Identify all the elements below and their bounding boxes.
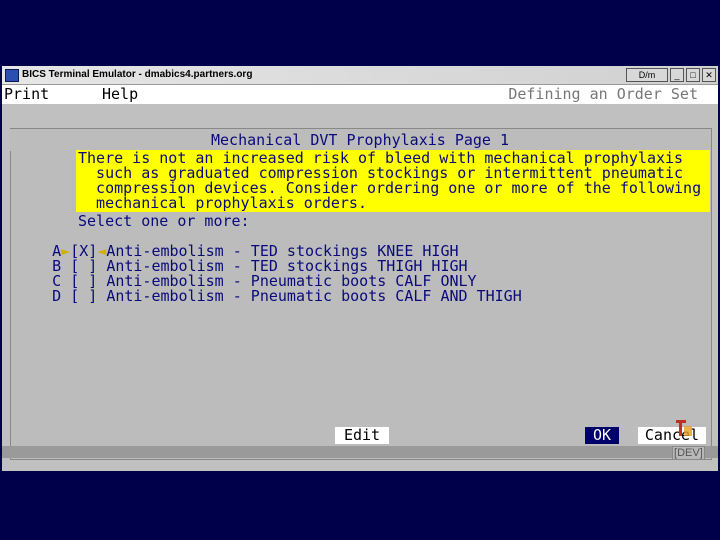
- option-letter: D: [52, 287, 62, 305]
- close-button[interactable]: ✕: [702, 68, 716, 82]
- option-row-d[interactable]: D [ ] Anti-embolism - Pneumatic boots CA…: [16, 274, 522, 319]
- menu-print[interactable]: Print: [4, 85, 49, 104]
- edit-button[interactable]: Edit: [335, 427, 389, 444]
- cancel-button[interactable]: Cancel: [638, 427, 706, 444]
- option-end: [97, 287, 106, 305]
- maximize-button[interactable]: □: [686, 68, 700, 82]
- warning-line: mechanical prophylaxis orders.: [78, 194, 367, 212]
- partners-logo-icon: [676, 420, 692, 436]
- window-title: BICS Terminal Emulator - dmabics4.partne…: [22, 69, 253, 80]
- restore-button[interactable]: D/m: [626, 68, 668, 82]
- select-prompt: Select one or more:: [78, 212, 250, 230]
- option-label: Anti-embolism - Pneumatic boots CALF AND…: [106, 287, 522, 305]
- menu-bar: Print Help Defining an Order Set: [2, 85, 718, 104]
- minimize-button[interactable]: _: [670, 68, 684, 82]
- ok-button[interactable]: OK: [585, 427, 619, 444]
- warning-box: There is not an increased risk of bleed …: [76, 150, 710, 212]
- title-bar: BICS Terminal Emulator - dmabics4.partne…: [2, 66, 718, 85]
- environment-badge: [DEV]: [672, 446, 705, 460]
- terminal-app-icon: [5, 69, 19, 82]
- screen-status: Defining an Order Set: [508, 85, 698, 103]
- option-marker: [61, 287, 70, 305]
- menu-help[interactable]: Help: [102, 85, 138, 104]
- terminal-window: BICS Terminal Emulator - dmabics4.partne…: [2, 66, 718, 471]
- option-checkbox[interactable]: [ ]: [70, 287, 97, 305]
- status-bar: [2, 446, 718, 458]
- page-title: Mechanical DVT Prophylaxis Page 1: [10, 129, 710, 151]
